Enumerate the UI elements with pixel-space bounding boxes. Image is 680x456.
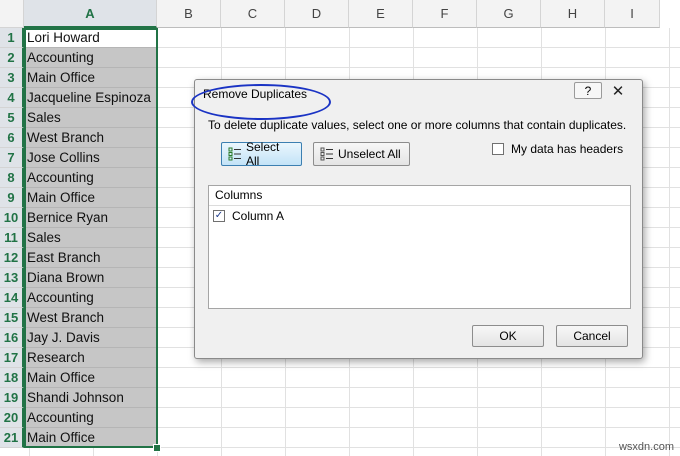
column-header-i[interactable]: I — [605, 0, 660, 28]
cell[interactable]: Accounting — [24, 168, 157, 188]
row-header[interactable]: 11 — [0, 228, 24, 248]
remove-duplicates-dialog: Remove Duplicates ? ✕ To delete duplicat… — [191, 79, 643, 359]
fill-handle[interactable] — [153, 444, 161, 452]
row-header[interactable]: 13 — [0, 268, 24, 288]
select-all-button[interactable]: Select All — [221, 140, 302, 168]
row-header[interactable]: 15 — [0, 308, 24, 328]
row-headers: 1 2 3 4 5 6 7 8 9 10 11 12 13 14 15 16 17 18 19 20 21 — [0, 28, 24, 448]
row-header[interactable]: 9 — [0, 188, 24, 208]
unselect-all-icon — [320, 147, 334, 161]
column-header-h[interactable]: H — [541, 0, 605, 28]
row-header[interactable]: 7 — [0, 148, 24, 168]
cell[interactable]: Main Office — [24, 188, 157, 208]
row-header[interactable]: 20 — [0, 408, 24, 428]
cancel-button[interactable]: Cancel — [556, 325, 628, 347]
watermark: wsxdn.com — [618, 441, 674, 453]
unselect-all-label: Unselect All — [338, 147, 401, 161]
column-header-d[interactable]: D — [285, 0, 349, 28]
cell[interactable]: Main Office — [24, 368, 157, 388]
cell[interactable]: Bernice Ryan — [24, 208, 157, 228]
cell[interactable]: Research — [24, 348, 157, 368]
unselect-all-button[interactable]: Unselect All — [313, 142, 410, 166]
select-all-label: Select All — [246, 140, 280, 168]
cell[interactable]: Accounting — [24, 288, 157, 308]
row-header[interactable]: 17 — [0, 348, 24, 368]
row-header[interactable]: 19 — [0, 388, 24, 408]
cell[interactable]: Accounting — [24, 48, 157, 68]
row-header[interactable]: 10 — [0, 208, 24, 228]
column-a-label: Column A — [232, 209, 285, 223]
column-header-b[interactable]: B — [157, 0, 221, 28]
dialog-title: Remove Duplicates — [191, 84, 331, 120]
cell[interactable]: Jay J. Davis — [24, 328, 157, 348]
instruction-text: To delete duplicate values, select one o… — [208, 118, 627, 132]
row-header[interactable]: 1 — [0, 28, 24, 48]
headers-checkbox[interactable] — [492, 143, 504, 155]
cell[interactable]: Shandi Johnson — [24, 388, 157, 408]
row-header[interactable]: 4 — [0, 88, 24, 108]
row-header[interactable]: 2 — [0, 48, 24, 68]
row-header[interactable]: 14 — [0, 288, 24, 308]
select-all-icon — [228, 147, 242, 161]
column-headers: ABCDEFGHI — [24, 0, 660, 28]
headers-label: My data has headers — [511, 142, 624, 156]
row-header[interactable]: 12 — [0, 248, 24, 268]
columns-list-header: Columns — [209, 186, 630, 206]
row-header[interactable]: 16 — [0, 328, 24, 348]
cell[interactable]: Main Office — [24, 68, 157, 88]
cell[interactable]: Diana Brown — [24, 268, 157, 288]
row-header[interactable]: 6 — [0, 128, 24, 148]
row-header[interactable]: 21 — [0, 428, 24, 448]
cell[interactable]: East Branch — [24, 248, 157, 268]
column-header-f[interactable]: F — [413, 0, 477, 28]
column-header-a[interactable]: A — [24, 0, 157, 28]
columns-list[interactable]: Columns ✓ Column A — [208, 185, 631, 309]
row-header[interactable]: 18 — [0, 368, 24, 388]
cell[interactable]: Jacqueline Espinoza — [24, 88, 157, 108]
cell[interactable]: West Branch — [24, 128, 157, 148]
help-button[interactable]: ? — [574, 82, 602, 99]
cell[interactable]: Main Office — [24, 428, 157, 448]
cell[interactable]: Lori Howard — [24, 28, 157, 48]
select-all-corner[interactable] — [0, 0, 24, 28]
cell[interactable]: West Branch — [24, 308, 157, 328]
column-a-cells[interactable]: Lori Howard Accounting Main Office Jacqueli… — [24, 28, 157, 448]
ok-button[interactable]: OK — [472, 325, 544, 347]
cell[interactable]: Accounting — [24, 408, 157, 428]
column-header-e[interactable]: E — [349, 0, 413, 28]
column-header-g[interactable]: G — [477, 0, 541, 28]
row-header[interactable]: 8 — [0, 168, 24, 188]
highlight-ellipse — [191, 84, 331, 120]
cell[interactable]: Sales — [24, 228, 157, 248]
row-header[interactable]: 3 — [0, 68, 24, 88]
close-icon[interactable]: ✕ — [604, 82, 632, 100]
column-header-c[interactable]: C — [221, 0, 285, 28]
column-a-checkbox[interactable]: ✓ — [213, 210, 225, 222]
cell[interactable]: Jose Collins — [24, 148, 157, 168]
list-item[interactable]: ✓ Column A — [209, 206, 630, 226]
row-header[interactable]: 5 — [0, 108, 24, 128]
cell[interactable]: Sales — [24, 108, 157, 128]
